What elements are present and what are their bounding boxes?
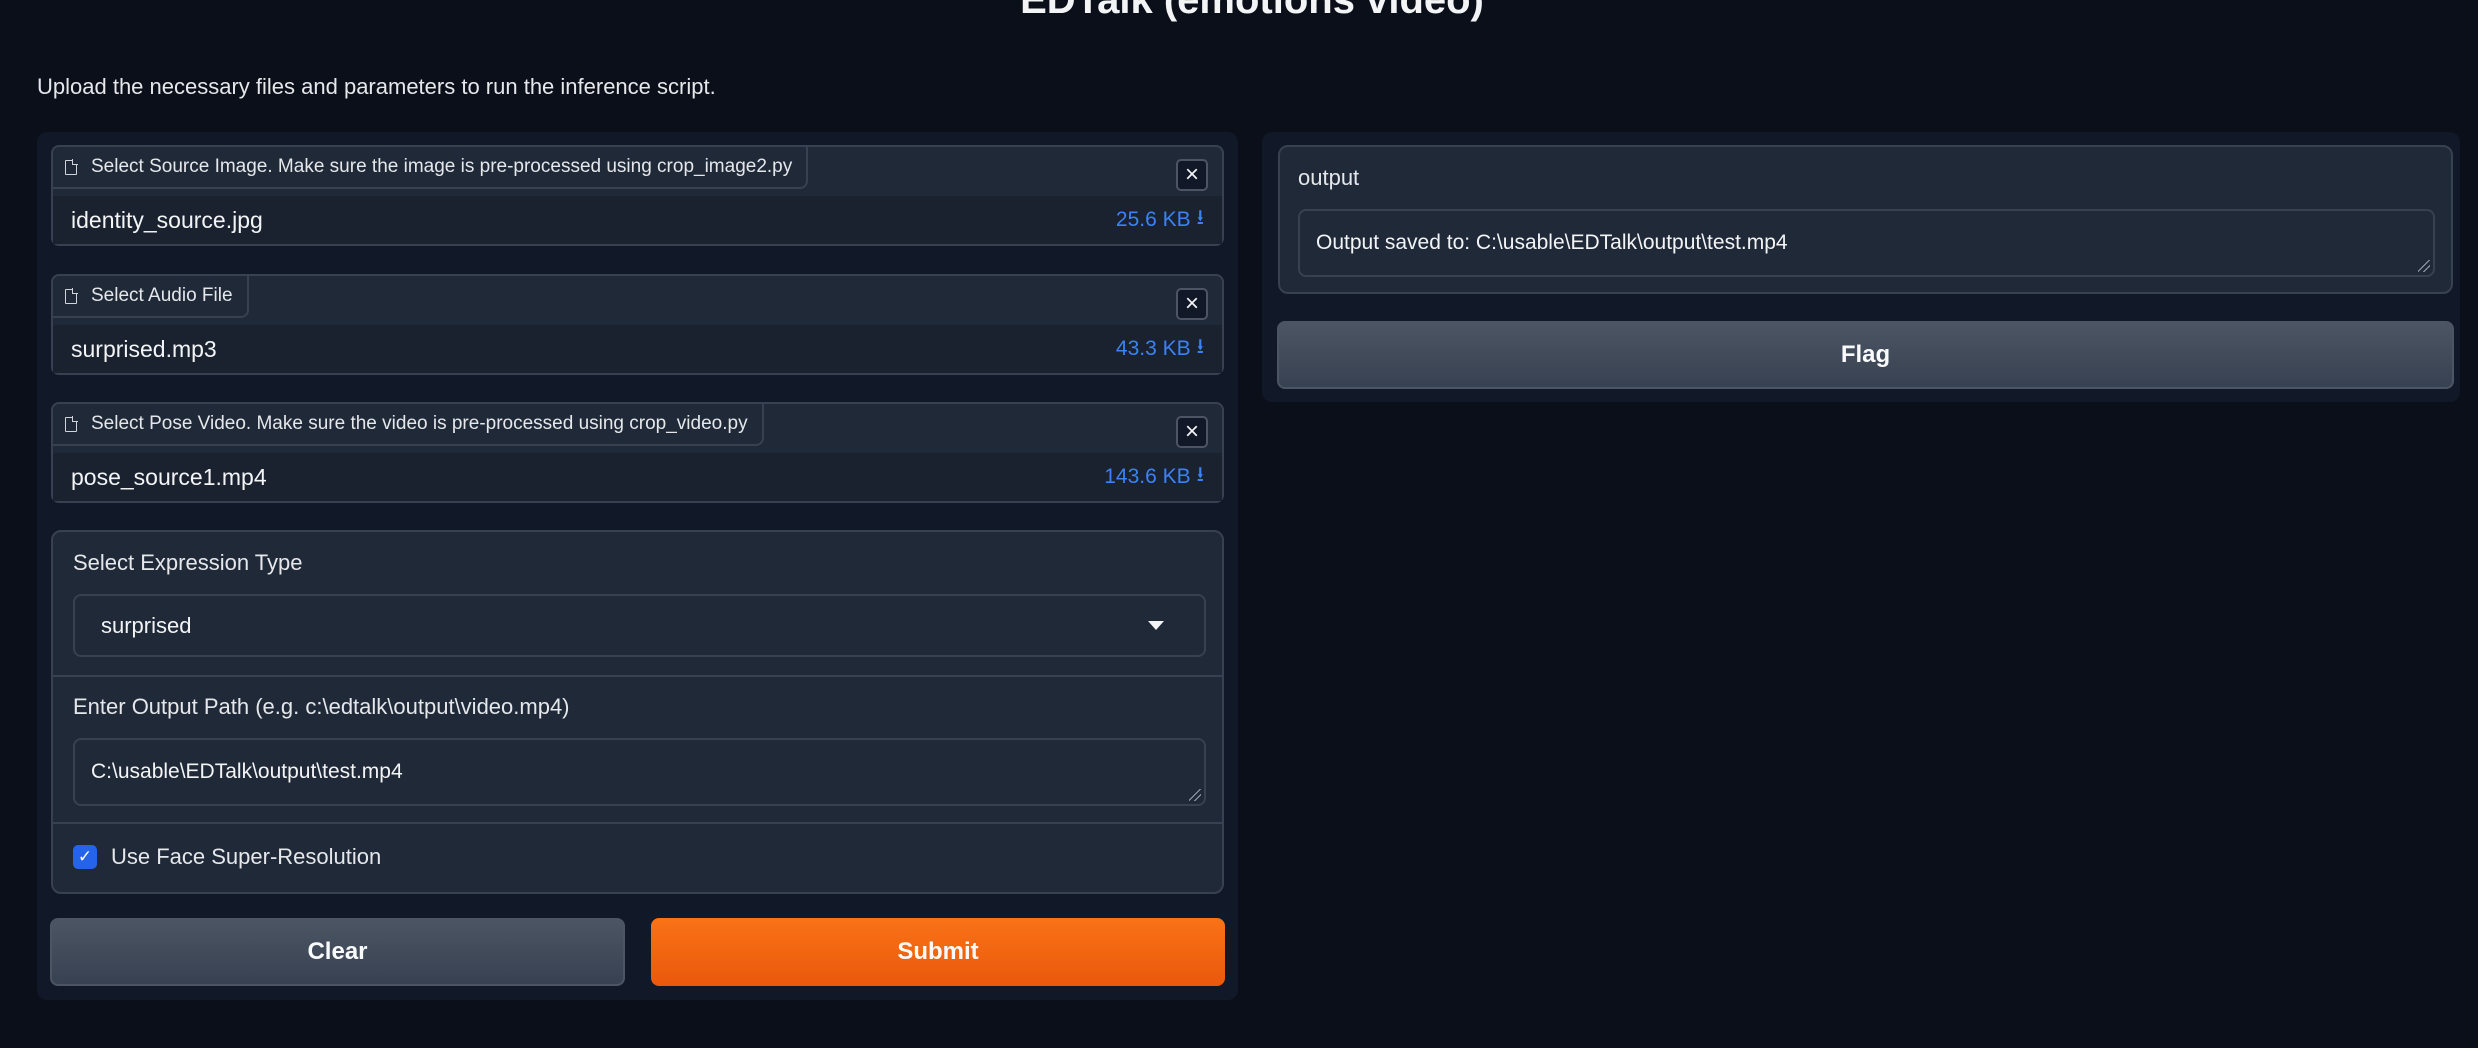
page-description: Upload the necessary files and parameter…	[37, 74, 716, 99]
divider	[53, 822, 1222, 824]
pose-video-label-tab: Select Pose Video. Make sure the video i…	[53, 404, 764, 446]
file-row: identity_source.jpg 25.6 KB ⭳	[53, 196, 1222, 244]
file-size: 43.3 KB	[1115, 337, 1191, 360]
resize-handle-icon[interactable]	[2418, 260, 2430, 272]
file-name: pose_source1.mp4	[71, 463, 267, 490]
file-name: identity_source.jpg	[71, 206, 263, 233]
download-icon: ⭳	[1196, 462, 1204, 486]
close-icon[interactable]: ×	[1176, 416, 1208, 448]
file-size: 25.6 KB	[1115, 208, 1191, 231]
file-row: surprised.mp3 43.3 KB ⭳	[53, 325, 1222, 373]
source-image-label: Select Source Image. Make sure the image…	[91, 156, 793, 177]
pose-video-upload[interactable]: Select Pose Video. Make sure the video i…	[51, 402, 1224, 503]
file-icon	[65, 415, 78, 432]
source-image-upload[interactable]: Select Source Image. Make sure the image…	[51, 145, 1224, 246]
download-icon: ⭳	[1196, 334, 1204, 358]
output-label: output	[1298, 165, 1360, 190]
divider	[53, 675, 1222, 677]
options-group: Select Expression Type surprised Enter O…	[51, 530, 1224, 894]
inputs-panel: Select Source Image. Make sure the image…	[37, 132, 1238, 1000]
file-download-link[interactable]: 25.6 KB ⭳	[1116, 203, 1204, 238]
chevron-down-icon	[1148, 621, 1164, 630]
submit-button[interactable]: Submit	[651, 918, 1225, 986]
output-panel: output Output saved to: C:\usable\EDTalk…	[1262, 132, 2460, 402]
audio-file-upload[interactable]: Select Audio File × surprised.mp3 43.3 K…	[51, 274, 1224, 375]
resize-handle-icon[interactable]	[1189, 789, 1201, 801]
file-icon	[65, 287, 78, 304]
output-path-label: Enter Output Path (e.g. c:\edtalk\output…	[73, 694, 570, 719]
output-textbox[interactable]: Output saved to: C:\usable\EDTalk\output…	[1298, 209, 2435, 277]
file-download-link[interactable]: 143.6 KB ⭳	[1104, 460, 1204, 495]
output-block: output Output saved to: C:\usable\EDTalk…	[1278, 145, 2453, 294]
file-size: 143.6 KB	[1104, 465, 1191, 488]
source-image-label-tab: Select Source Image. Make sure the image…	[53, 147, 809, 189]
file-row: pose_source1.mp4 143.6 KB ⭳	[53, 453, 1222, 501]
close-icon[interactable]: ×	[1176, 288, 1208, 320]
file-name: surprised.mp3	[71, 335, 217, 362]
super-resolution-label: Use Face Super-Resolution	[111, 844, 382, 869]
close-icon[interactable]: ×	[1176, 159, 1208, 191]
file-download-link[interactable]: 43.3 KB ⭳	[1116, 332, 1204, 367]
expression-type-label: Select Expression Type	[73, 550, 303, 575]
output-path-value: C:\usable\EDTalk\output\test.mp4	[91, 760, 403, 783]
output-value: Output saved to: C:\usable\EDTalk\output…	[1316, 231, 1788, 254]
flag-button[interactable]: Flag	[1277, 321, 2454, 389]
output-path-input[interactable]: C:\usable\EDTalk\output\test.mp4	[73, 738, 1206, 806]
expression-type-dropdown[interactable]: surprised	[73, 594, 1206, 657]
file-icon	[65, 158, 78, 175]
download-icon: ⭳	[1196, 205, 1204, 229]
expression-type-value: surprised	[101, 612, 192, 638]
super-resolution-option[interactable]: ✓ Use Face Super-Resolution	[73, 844, 381, 870]
clear-button[interactable]: Clear	[50, 918, 625, 986]
check-icon: ✓	[77, 847, 93, 866]
audio-file-label-tab: Select Audio File	[53, 276, 249, 318]
pose-video-label: Select Pose Video. Make sure the video i…	[91, 413, 748, 434]
super-resolution-checkbox[interactable]: ✓	[73, 845, 97, 869]
page-title: EDTalk (emotions video)	[1020, 0, 1484, 22]
audio-file-label: Select Audio File	[91, 285, 233, 306]
